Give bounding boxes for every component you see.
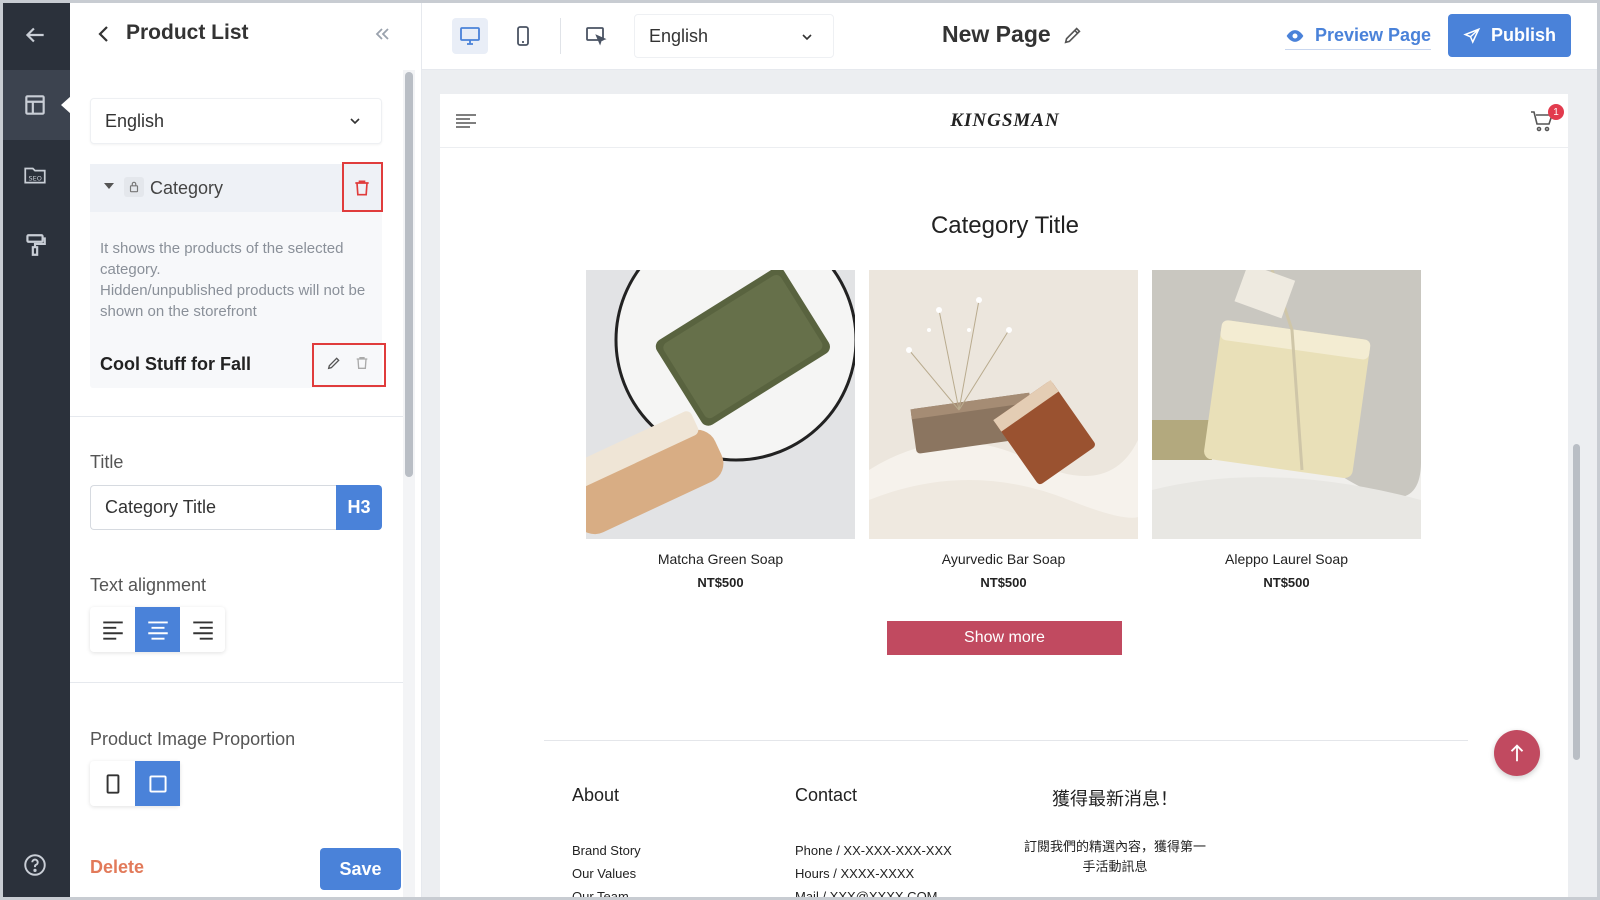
footer-about-heading: About <box>572 785 620 805</box>
square-proportion-button[interactable] <box>135 761 180 806</box>
panel-header: Product List <box>70 0 422 70</box>
footer-divider <box>544 740 1468 741</box>
footer-link[interactable]: Our Values <box>572 866 636 881</box>
arrow-up-icon <box>1510 744 1524 762</box>
portrait-rect-icon <box>106 773 119 794</box>
product-image-ayurvedic <box>869 270 1138 539</box>
chevron-down-icon <box>350 118 360 125</box>
back-to-top-button[interactable] <box>1494 730 1540 776</box>
lock-icon <box>124 177 144 197</box>
trash-icon[interactable] <box>354 355 370 371</box>
align-center-button[interactable] <box>135 607 180 652</box>
align-left-icon <box>102 620 123 640</box>
delete-button[interactable]: Delete <box>90 857 144 878</box>
heading-tag-button[interactable]: H3 <box>336 485 382 530</box>
publish-button[interactable]: Publish <box>1448 14 1571 57</box>
square-icon <box>148 774 167 793</box>
seo-icon[interactable]: SEO <box>0 140 70 210</box>
footer-contact-line: Hours / XXXX-XXXX <box>795 866 915 881</box>
text-alignment-control <box>90 607 225 652</box>
cursor-select-icon <box>586 27 607 46</box>
trash-icon[interactable] <box>352 178 372 198</box>
panel-scrollbar[interactable] <box>405 72 413 477</box>
product-image-aleppo <box>1152 270 1421 539</box>
title-label: Title <box>90 452 124 472</box>
collection-name: Cool Stuff for Fall <box>100 354 251 374</box>
caret-down-icon[interactable] <box>104 183 114 189</box>
footer-link[interactable]: Our Team <box>572 889 629 900</box>
collapse-icon[interactable] <box>370 22 394 46</box>
chevron-left-icon[interactable] <box>92 22 116 46</box>
align-left-button[interactable] <box>90 607 135 652</box>
product-card[interactable]: Matcha Green Soap NT$500 <box>586 270 855 590</box>
svg-text:SEO: SEO <box>29 174 42 182</box>
product-price: NT$500 <box>1263 575 1310 590</box>
section-title: Category Title <box>930 212 1080 239</box>
product-price: NT$500 <box>980 575 1027 590</box>
help-icon[interactable] <box>0 830 70 900</box>
desktop-icon <box>460 27 480 45</box>
layout-icon[interactable] <box>0 70 71 140</box>
chevron-down-icon <box>802 34 812 41</box>
paint-roller-icon[interactable] <box>0 210 70 280</box>
publish-label: Publish <box>1490 25 1556 45</box>
align-right-icon <box>192 620 213 640</box>
portrait-proportion-button[interactable] <box>90 761 135 806</box>
product-price: NT$500 <box>697 575 744 590</box>
left-rail: SEO <box>0 0 71 900</box>
highlight-box <box>312 343 386 387</box>
product-card[interactable]: Ayurvedic Bar Soap NT$500 <box>869 270 1138 590</box>
send-icon <box>1463 27 1481 44</box>
menu-icon[interactable] <box>456 113 476 129</box>
footer-contact-line: Phone / XX-XXX-XXX-XXX <box>795 843 952 858</box>
pencil-icon[interactable] <box>326 355 342 371</box>
footer-newsletter-text: 訂閱我們的精選內容，獲得第一手活動訊息 <box>1023 839 1206 874</box>
save-button[interactable]: Save <box>320 848 401 890</box>
store-brand: KINGSMAN <box>950 110 1060 131</box>
align-right-button[interactable] <box>180 607 225 652</box>
show-more-button[interactable]: Show more <box>887 621 1122 655</box>
image-proportion-label: Product Image Proportion <box>90 729 296 749</box>
back-arrow-icon[interactable] <box>0 0 70 70</box>
preview-language-select[interactable]: English <box>634 14 834 58</box>
product-name: Matcha Green Soap <box>657 551 784 567</box>
category-description: It shows the products of the selected ca… <box>100 238 372 322</box>
product-name: Ayurvedic Bar Soap <box>941 551 1066 567</box>
language-select[interactable]: English <box>90 98 382 144</box>
canvas-scrollbar[interactable] <box>1573 444 1580 760</box>
mobile-icon <box>517 26 529 46</box>
page-name: New Page <box>942 21 1051 47</box>
mobile-view-button[interactable] <box>505 18 541 54</box>
eye-icon <box>1286 29 1304 42</box>
select-element-button[interactable] <box>578 18 614 54</box>
desktop-view-button[interactable] <box>452 18 488 54</box>
footer-contact-heading: Contact <box>795 785 858 805</box>
category-header[interactable]: Category <box>90 164 382 212</box>
footer-newsletter-heading: 獲得最新消息！ <box>1052 789 1178 809</box>
preview-page-label: Preview Page <box>1315 25 1432 45</box>
text-alignment-label: Text alignment <box>90 575 207 595</box>
footer-link[interactable]: Brand Story <box>572 843 641 858</box>
section-divider <box>70 416 403 417</box>
panel-title: Product List <box>126 21 249 44</box>
footer-contact-line: Mail / XXX@XXXX.COM <box>795 889 938 900</box>
language-select-value: English <box>105 110 165 131</box>
product-card[interactable]: Aleppo Laurel Soap NT$500 <box>1152 270 1421 590</box>
cart-count-badge: 1 <box>1548 104 1564 120</box>
preview-language-value: English <box>649 25 709 46</box>
product-name: Aleppo Laurel Soap <box>1225 551 1348 567</box>
toolbar-divider <box>560 18 561 54</box>
align-center-icon <box>147 620 168 640</box>
title-input[interactable] <box>90 485 336 530</box>
edit-pencil-icon[interactable] <box>1062 24 1084 46</box>
category-label: Category <box>150 178 224 198</box>
preview-page-button[interactable]: Preview Page <box>1285 24 1432 50</box>
product-image-matcha <box>586 270 855 539</box>
section-divider <box>70 682 403 683</box>
category-description-text: It shows the products of the selected ca… <box>100 240 366 320</box>
image-proportion-control <box>90 761 180 806</box>
